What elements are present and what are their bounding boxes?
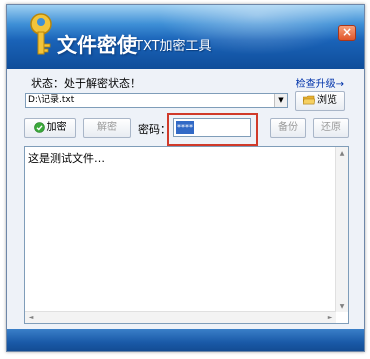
close-icon: × xyxy=(341,25,353,39)
encrypt-label: 加密 xyxy=(46,122,67,133)
restore-button[interactable]: 还原 xyxy=(313,118,349,138)
check-upgrade-link[interactable]: 检查升级→ xyxy=(296,75,344,90)
scroll-up-icon[interactable]: ▲ xyxy=(336,150,348,157)
title-bar[interactable]: 文件密使 TXT加密工具 × xyxy=(7,5,364,69)
restore-label: 还原 xyxy=(321,122,341,133)
chevron-down-icon[interactable]: ▼ xyxy=(274,94,287,107)
status-text: 状态：处于解密状态！ xyxy=(31,77,141,90)
password-input[interactable]: **** xyxy=(173,118,251,137)
scroll-right-icon[interactable]: ► xyxy=(324,314,336,321)
backup-button[interactable]: 备份 xyxy=(270,118,306,138)
horizontal-scrollbar[interactable]: ◄ ► xyxy=(25,311,336,323)
backup-label: 备份 xyxy=(278,122,298,133)
browse-button[interactable]: 浏览 xyxy=(295,91,345,111)
footer-bar xyxy=(7,329,364,351)
text-editor[interactable]: 这是测试文件… ▲ ▼ ◄ ► xyxy=(24,146,349,324)
folder-icon xyxy=(303,95,315,105)
close-button[interactable]: × xyxy=(338,25,356,41)
file-path-value: D:\记录.txt xyxy=(28,95,75,105)
key-icon xyxy=(30,13,52,55)
check-circle-icon xyxy=(33,121,45,133)
vertical-scrollbar[interactable]: ▲ ▼ xyxy=(335,147,348,312)
password-value: **** xyxy=(176,121,194,134)
app-title: 文件密使 xyxy=(57,33,137,57)
app-subtitle: TXT加密工具 xyxy=(135,39,212,54)
browse-label: 浏览 xyxy=(317,95,337,106)
decrypt-label: 解密 xyxy=(97,122,117,133)
scroll-down-icon[interactable]: ▼ xyxy=(336,303,348,310)
scroll-left-icon[interactable]: ◄ xyxy=(25,314,37,321)
app-window: 文件密使 TXT加密工具 × 状态：处于解密状态！ 检查升级→ D:\记录.tx… xyxy=(6,4,365,352)
editor-content: 这是测试文件… xyxy=(28,152,105,165)
file-path-select[interactable]: D:\记录.txt ▼ xyxy=(25,93,288,108)
encrypt-button[interactable]: 加密 xyxy=(24,118,76,138)
decrypt-button[interactable]: 解密 xyxy=(83,118,131,138)
